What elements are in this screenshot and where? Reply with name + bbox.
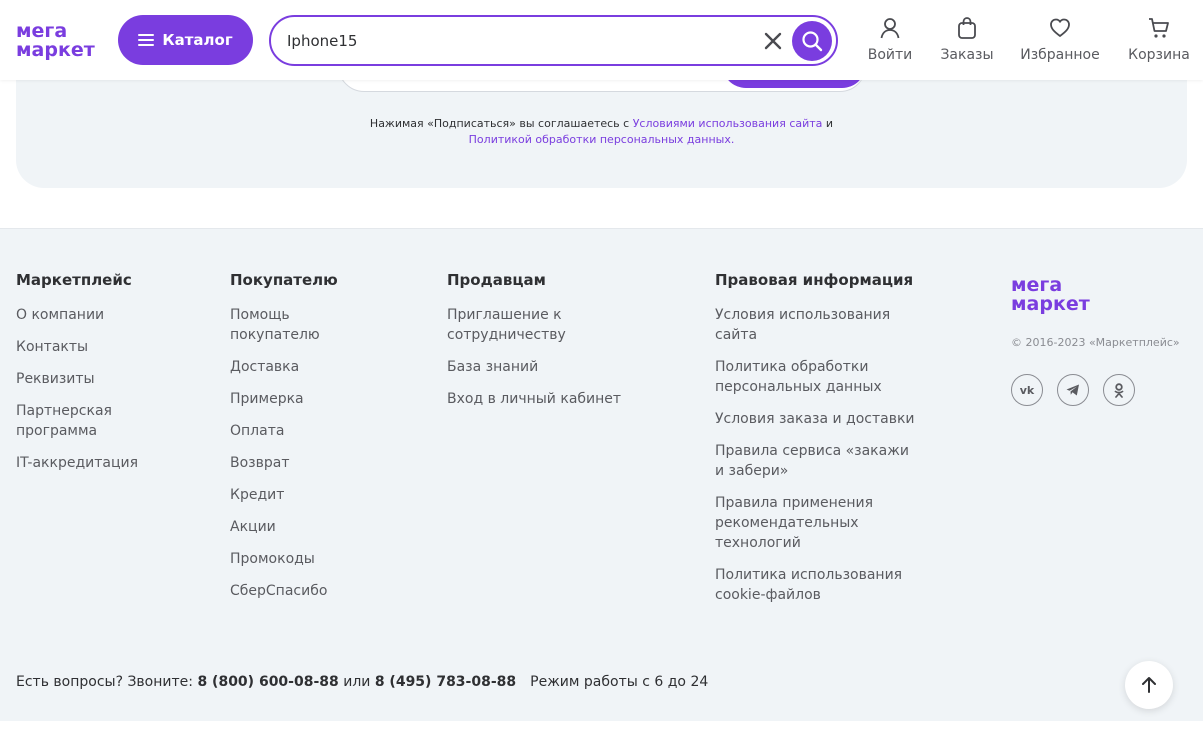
search-bar — [269, 15, 838, 66]
footer-link[interactable]: Промокоды — [230, 549, 430, 569]
contacts-prefix: Есть вопросы? Звоните: — [16, 674, 198, 690]
phone-link-800[interactable]: 8 (800) 600-08-88 — [197, 674, 338, 690]
footer-link[interactable]: IT-аккредитация — [16, 453, 216, 473]
subscribe-consent: Нажимая «Подписаться» вы соглашаетесь с … — [16, 116, 1187, 148]
nav-favorites[interactable]: Избранное — [1018, 16, 1102, 66]
footer-link[interactable]: Оплата — [230, 421, 430, 441]
footer-link[interactable]: Условия использования сайта — [715, 305, 920, 345]
footer-link[interactable]: Возврат — [230, 453, 430, 473]
footer-link[interactable]: Контакты — [16, 337, 216, 357]
footer-link[interactable]: Помощь покупателю — [230, 305, 340, 345]
menu-icon — [138, 34, 155, 46]
phone-link-495[interactable]: 8 (495) 783-08-88 — [375, 674, 516, 690]
footer-link[interactable]: Акции — [230, 517, 430, 537]
copyright: © 2016-2023 «Маркетплейс» — [1011, 336, 1180, 349]
logo-line-2: маркет — [16, 39, 95, 61]
consent-text: Нажимая «Подписаться» вы соглашаетесь с — [369, 117, 633, 130]
megamarket-logo[interactable]: мега маркет — [16, 20, 108, 61]
telegram-icon[interactable] — [1057, 374, 1089, 406]
search-icon — [802, 31, 823, 52]
nav-cart[interactable]: Корзина — [1127, 16, 1191, 66]
contacts-or: или — [338, 674, 375, 690]
nav-login[interactable]: Войти — [867, 16, 913, 66]
footer-link[interactable]: Примерка — [230, 389, 430, 409]
footer-link[interactable]: Приглашение к сотрудничеству — [447, 305, 597, 345]
scroll-to-top-button[interactable] — [1125, 661, 1173, 709]
consent-and: и — [822, 117, 834, 130]
footer-column-sellers: Продавцам Приглашение к сотрудничеству Б… — [447, 269, 697, 421]
footer-link[interactable]: Правила сервиса «закажи и забери» — [715, 441, 920, 481]
footer-link[interactable]: Условия заказа и доставки — [715, 409, 920, 429]
footer-column-title: Покупателю — [230, 271, 338, 289]
site-footer: Маркетплейс О компании Контакты Реквизит… — [0, 228, 1203, 721]
footer-logo-line-2: маркет — [1011, 293, 1090, 315]
footer-brand: мега маркет © 2016-2023 «Маркетплейс» vk — [1011, 274, 1180, 406]
footer-link[interactable]: О компании — [16, 305, 216, 325]
nav-orders-label: Заказы — [940, 47, 994, 63]
working-hours: Режим работы с 6 до 24 — [530, 674, 709, 690]
terms-link[interactable]: Условиями использования сайта — [633, 117, 823, 130]
footer-column-marketplace: Маркетплейс О компании Контакты Реквизит… — [16, 269, 216, 485]
nav-orders[interactable]: Заказы — [939, 16, 995, 66]
arrow-up-icon — [1142, 677, 1156, 693]
footer-column-title: Продавцам — [447, 271, 546, 289]
footer-column-title: Правовая информация — [715, 271, 914, 289]
footer-column-legal: Правовая информация Условия использовани… — [715, 269, 920, 617]
nav-login-label: Войти — [867, 47, 913, 63]
catalog-button[interactable]: Каталог — [118, 15, 253, 65]
nav-favorites-label: Избранное — [1020, 47, 1100, 63]
vk-icon[interactable]: vk — [1011, 374, 1043, 406]
footer-column-buyers: Покупателю Помощь покупателю Доставка Пр… — [230, 269, 430, 613]
odnoklassniki-icon[interactable] — [1103, 374, 1135, 406]
cart-icon — [1149, 18, 1169, 38]
social-links: vk — [1011, 374, 1180, 406]
footer-link[interactable]: Кредит — [230, 485, 430, 505]
footer-link[interactable]: Партнерская программа — [16, 401, 126, 441]
search-button[interactable] — [792, 21, 832, 61]
footer-link[interactable]: Реквизиты — [16, 369, 216, 389]
footer-logo[interactable]: мега маркет — [1011, 274, 1180, 319]
contacts-line: Есть вопросы? Звоните: 8 (800) 600-08-88… — [16, 674, 708, 690]
footer-link[interactable]: Правила применения рекомендательных техн… — [715, 493, 875, 553]
footer-link[interactable]: Вход в личный кабинет — [447, 389, 697, 409]
footer-link[interactable]: Политика обработки персональных данных — [715, 357, 920, 397]
privacy-link[interactable]: Политикой обработки персональных данных. — [469, 133, 735, 146]
heart-icon — [1050, 18, 1070, 37]
footer-link[interactable]: Политика использования cookie-файлов — [715, 565, 920, 605]
bag-icon — [958, 17, 976, 39]
footer-link[interactable]: База знаний — [447, 357, 697, 377]
catalog-label: Каталог — [162, 31, 233, 49]
clear-icon[interactable] — [761, 29, 785, 53]
footer-link[interactable]: СберСпасибо — [230, 581, 430, 601]
search-input[interactable] — [287, 26, 747, 56]
footer-column-title: Маркетплейс — [16, 271, 132, 289]
footer-link[interactable]: Доставка — [230, 357, 430, 377]
user-icon — [880, 18, 900, 39]
site-header: мега маркет Каталог Войти Заказы Избранн… — [0, 0, 1203, 80]
nav-cart-label: Корзина — [1128, 47, 1190, 63]
